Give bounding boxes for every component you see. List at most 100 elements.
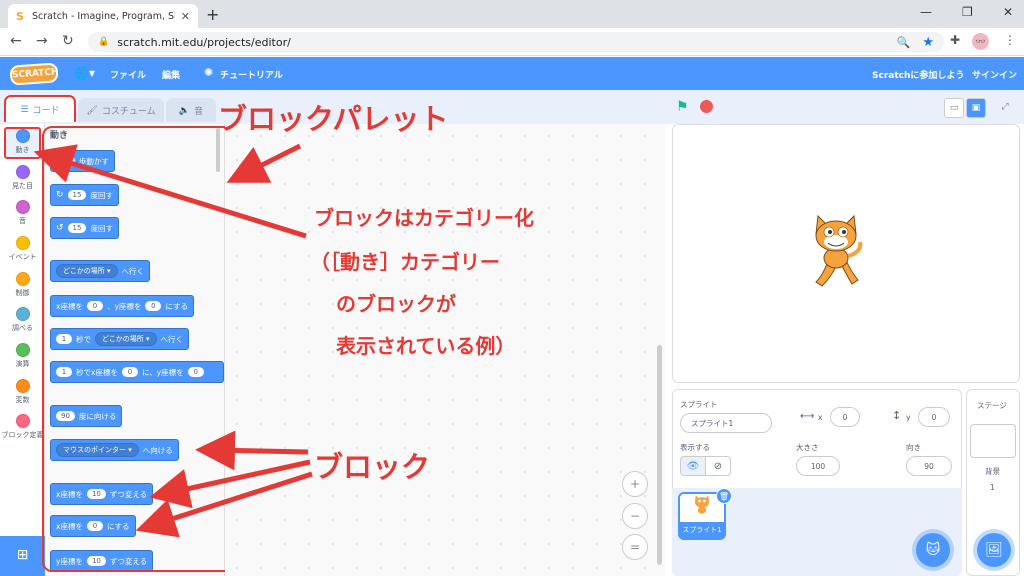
x-input[interactable]: 0 bbox=[830, 407, 860, 427]
code-icon: ☰ bbox=[20, 104, 29, 115]
events-dot-icon bbox=[15, 236, 30, 250]
browser-tab[interactable]: S Scratch - Imagine, Program, Shar ✕ bbox=[8, 4, 198, 28]
back-arrow-icon[interactable]: ← bbox=[10, 33, 22, 49]
category-motion[interactable]: 動き bbox=[0, 127, 45, 161]
stage-panel-title: ステージ bbox=[977, 401, 1007, 410]
new-tab-button[interactable]: + bbox=[206, 5, 219, 24]
size-label: 大きさ bbox=[796, 443, 819, 452]
annotation-block-title: ブロック bbox=[314, 450, 431, 484]
tab-sound-label: 音 bbox=[194, 107, 204, 117]
backdrop-count: 1 bbox=[990, 483, 995, 492]
cat-sprite-icon[interactable] bbox=[806, 212, 866, 292]
extensions-puzzle-icon[interactable]: ✚ bbox=[950, 33, 960, 47]
show-label: 表示する bbox=[680, 443, 710, 452]
sign-in-link[interactable]: サインイン bbox=[972, 68, 1017, 81]
zoom-in-button[interactable]: + bbox=[622, 471, 648, 497]
menu-tutorial[interactable]: チュートリアル bbox=[220, 68, 283, 81]
speaker-icon: 🔈 bbox=[178, 105, 191, 116]
url-field[interactable]: 🔒 scratch.mit.edu/projects/editor/ 🔍 ★ bbox=[88, 32, 944, 52]
stage-thumbnail[interactable] bbox=[970, 424, 1016, 458]
category-operators[interactable]: 演算 bbox=[0, 341, 45, 375]
my-blocks-dot-icon bbox=[15, 414, 30, 428]
category-label: 変数 bbox=[15, 396, 30, 404]
sprite-label: スプライト bbox=[680, 400, 718, 409]
sprite-name-input[interactable]: スプライト1 bbox=[680, 413, 772, 433]
join-scratch-link[interactable]: Scratchに参加しよう bbox=[872, 68, 964, 81]
category-control[interactable]: 制御 bbox=[0, 270, 45, 304]
minimize-icon[interactable]: — bbox=[920, 5, 932, 19]
annotation-line: （［動き］カテゴリー bbox=[310, 250, 500, 274]
fullscreen-icon[interactable]: ⤢ bbox=[995, 98, 1015, 118]
tab-costume[interactable]: 🖌 コスチューム bbox=[78, 98, 164, 122]
looks-dot-icon bbox=[15, 165, 30, 179]
menu-edit[interactable]: 編集 bbox=[162, 68, 180, 81]
close-window-icon[interactable]: ✕ bbox=[1003, 5, 1013, 19]
category-my-blocks[interactable]: ブロック定義 bbox=[0, 412, 45, 452]
url-text: scratch.mit.edu/projects/editor/ bbox=[117, 35, 291, 49]
zoom-out-button[interactable]: − bbox=[622, 503, 648, 529]
delete-sprite-trash-icon[interactable]: 🗑 bbox=[716, 488, 732, 504]
forward-arrow-icon[interactable]: → bbox=[36, 33, 48, 49]
motion-dot-icon bbox=[15, 129, 30, 143]
annotation-palette-title: ブロックパレット bbox=[218, 102, 449, 136]
language-globe-icon[interactable]: 🌐▾ bbox=[74, 66, 95, 80]
show-visible-eye-icon[interactable]: 👁 bbox=[680, 456, 706, 476]
size-input[interactable]: 100 bbox=[796, 456, 840, 476]
annotation-line: 表示されている例） bbox=[336, 334, 516, 358]
add-extension-button[interactable]: ⊞ bbox=[0, 536, 45, 576]
menu-file[interactable]: ファイル bbox=[110, 68, 146, 81]
sensing-dot-icon bbox=[15, 307, 30, 321]
cat-thumb-icon bbox=[695, 495, 709, 514]
brush-icon: 🖌 bbox=[86, 105, 98, 116]
sound-dot-icon bbox=[15, 200, 30, 214]
category-label: 動き bbox=[15, 146, 30, 154]
category-label: イベント bbox=[8, 253, 37, 261]
backdrop-label: 背景 bbox=[985, 467, 1000, 476]
category-looks[interactable]: 見た目 bbox=[0, 163, 45, 197]
small-stage-button[interactable]: ▭ bbox=[944, 98, 964, 118]
tab-title: Scratch - Imagine, Program, Shar bbox=[32, 10, 175, 22]
palette-annotation-outline bbox=[42, 126, 235, 572]
direction-label: 向き bbox=[906, 443, 921, 452]
tutorial-bulb-icon: ✺ bbox=[204, 66, 214, 79]
annotation-line: のブロックが bbox=[336, 292, 456, 316]
category-label: 見た目 bbox=[12, 182, 33, 190]
tab-sound[interactable]: 🔈 音 bbox=[166, 98, 216, 122]
tab-costume-label: コスチューム bbox=[101, 107, 156, 117]
show-hidden-eye-icon[interactable]: ⊘ bbox=[705, 456, 731, 476]
tab-code[interactable]: ☰ コード bbox=[4, 95, 76, 122]
category-variables[interactable]: 変数 bbox=[0, 377, 45, 411]
add-backdrop-image-icon[interactable]: 🖼 bbox=[977, 533, 1011, 567]
add-sprite-cat-icon[interactable]: 🐱 bbox=[916, 533, 950, 567]
profile-avatar[interactable]: 👓 bbox=[972, 33, 989, 50]
workspace-scrollbar[interactable] bbox=[657, 345, 662, 565]
zoom-magnifier-icon[interactable]: 🔍 bbox=[897, 36, 911, 49]
x-arrows-icon: ⟷ bbox=[800, 411, 815, 422]
direction-input[interactable]: 90 bbox=[906, 456, 952, 476]
category-label: 演算 bbox=[15, 360, 30, 368]
scratch-logo[interactable]: SCRATCH bbox=[9, 62, 59, 86]
close-tab-icon[interactable]: ✕ bbox=[181, 10, 190, 23]
bookmark-star-icon[interactable]: ★ bbox=[922, 35, 934, 50]
control-dot-icon bbox=[15, 272, 30, 286]
restore-icon[interactable]: ❐ bbox=[962, 5, 973, 19]
category-label: 制御 bbox=[15, 289, 30, 297]
reload-icon[interactable]: ↻ bbox=[62, 33, 74, 49]
category-sensing[interactable]: 調べる bbox=[0, 305, 45, 339]
tab-code-label: コード bbox=[32, 106, 60, 116]
scratch-favicon-icon: S bbox=[16, 10, 24, 23]
category-events[interactable]: イベント bbox=[0, 234, 45, 268]
normal-stage-button[interactable]: ▣ bbox=[966, 98, 986, 118]
category-label: ブロック定義 bbox=[1, 431, 44, 439]
scratch-menubar bbox=[0, 57, 1024, 90]
stop-button[interactable] bbox=[700, 100, 713, 113]
sprite-thumbnail-name: スプライト1 bbox=[678, 522, 726, 538]
lock-icon: 🔒 bbox=[98, 37, 110, 47]
browser-menu-icon[interactable]: ⋮ bbox=[1004, 33, 1016, 47]
green-flag-icon[interactable]: ⚑ bbox=[676, 99, 689, 115]
category-sound[interactable]: 音 bbox=[0, 198, 45, 232]
y-arrows-icon: ↕ bbox=[892, 409, 902, 422]
variables-dot-icon bbox=[15, 379, 30, 393]
zoom-reset-button[interactable]: = bbox=[622, 534, 648, 560]
y-input[interactable]: 0 bbox=[918, 407, 950, 427]
